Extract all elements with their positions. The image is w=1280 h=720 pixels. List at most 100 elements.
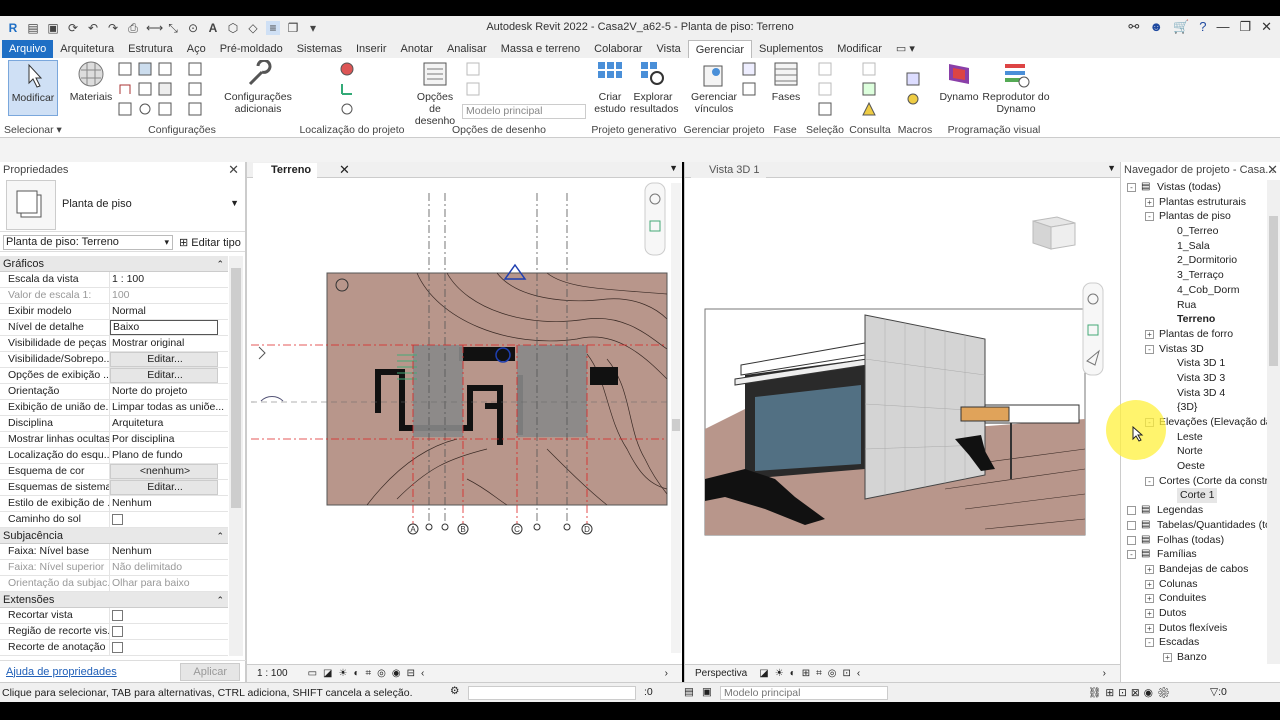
- property-checkbox[interactable]: [112, 626, 123, 637]
- property-value[interactable]: Plano de fundo: [110, 448, 228, 463]
- project-params-icon[interactable]: [118, 82, 132, 96]
- property-value[interactable]: Limpar todas as uniõe...: [110, 400, 228, 415]
- panel-schedule-icon[interactable]: [188, 102, 202, 116]
- analytical-model-icon[interactable]: ⊟: [407, 668, 415, 679]
- 3d-view-window[interactable]: Vista 3D 1 ▼ Perspectiva ◪ ☀ ◐ ⊞ ⌗ ◎ ⊡ ‹…: [684, 162, 1120, 682]
- structural-settings-icon[interactable]: [188, 62, 202, 76]
- thin-lines-icon[interactable]: ≡: [266, 21, 280, 35]
- macro-manager-icon[interactable]: [906, 72, 920, 86]
- collapse-icon[interactable]: ⌃: [216, 256, 224, 272]
- browser-node[interactable]: Rua: [1121, 298, 1267, 313]
- ribbon-tab-analisar[interactable]: Analisar: [440, 40, 494, 58]
- ribbon-tab-estrutura[interactable]: Estrutura: [121, 40, 180, 58]
- property-checkbox[interactable]: [112, 610, 123, 621]
- collapse-icon[interactable]: ⌃: [216, 528, 224, 544]
- snaps-icon[interactable]: [138, 62, 152, 76]
- crop-view-icon[interactable]: ⌗: [366, 668, 372, 679]
- projection-mode[interactable]: Perspectiva: [695, 668, 747, 679]
- browser-node[interactable]: - Escadas: [1121, 635, 1267, 650]
- property-value[interactable]: Arquitetura: [110, 416, 228, 431]
- navigation-bar-3d[interactable]: [1082, 282, 1104, 376]
- main-model-status-select[interactable]: Modelo principal: [720, 686, 888, 700]
- reveal-hidden-icon[interactable]: ◉: [392, 668, 401, 679]
- collapse-icon[interactable]: ⌃: [216, 592, 224, 608]
- 3d-perspective-drawing[interactable]: [685, 179, 1121, 663]
- sync-icon[interactable]: ⟳: [66, 21, 80, 35]
- property-value[interactable]: Nenhum: [110, 544, 228, 559]
- tab-terreno[interactable]: Terreno: [253, 163, 318, 178]
- type-selector[interactable]: Planta de piso ▼: [0, 178, 245, 232]
- expand-icon[interactable]: +: [1145, 623, 1154, 633]
- revit-app-icon[interactable]: R: [6, 21, 20, 35]
- expand-icon[interactable]: [1127, 535, 1136, 545]
- browser-node[interactable]: + Colunas: [1121, 577, 1267, 592]
- property-value[interactable]: Por disciplina: [110, 432, 228, 447]
- browser-node[interactable]: + Conduites: [1121, 591, 1267, 606]
- ribbon-tab-anotar[interactable]: Anotar: [394, 40, 440, 58]
- viewcube-icon[interactable]: [1032, 216, 1076, 250]
- mep-settings-icon[interactable]: [188, 82, 202, 96]
- apply-button[interactable]: Aplicar: [180, 662, 240, 681]
- scroll-right-icon[interactable]: ›: [1103, 668, 1106, 679]
- scroll-left-icon[interactable]: ‹: [857, 668, 860, 679]
- workset-select[interactable]: [468, 686, 636, 700]
- elevation-marker-icon[interactable]: [260, 396, 284, 402]
- floor-plan-drawing[interactable]: A B C D: [247, 179, 683, 663]
- browser-node[interactable]: Tabelas/Quantidades (to ▤: [1121, 518, 1271, 533]
- modify-button[interactable]: Modificar: [8, 60, 58, 116]
- property-value[interactable]: Normal: [110, 304, 228, 319]
- ribbon-tab-massa-e-terreno[interactable]: Massa e terreno: [494, 40, 587, 58]
- view-scale[interactable]: 1 : 100: [257, 668, 288, 679]
- properties-help-link[interactable]: Ajuda de propriedades: [6, 666, 117, 678]
- coordinates-icon[interactable]: [340, 82, 354, 96]
- property-value[interactable]: 1 : 100: [110, 272, 228, 287]
- collapse-icon[interactable]: -: [1145, 344, 1154, 354]
- chevron-down-icon[interactable]: ▼: [669, 163, 678, 173]
- position-icon[interactable]: [340, 102, 354, 116]
- ribbon-tab-arquitetura[interactable]: Arquitetura: [53, 40, 121, 58]
- project-units-icon[interactable]: [158, 102, 172, 116]
- browser-node[interactable]: Vista 3D 1: [1121, 356, 1267, 371]
- temporary-hide-icon[interactable]: ◎: [828, 668, 837, 679]
- main-model-select[interactable]: Modelo principal: [462, 104, 586, 119]
- ribbon-tab-colaborar[interactable]: Colaborar: [587, 40, 649, 58]
- select-by-id-icon[interactable]: [862, 82, 876, 96]
- ribbon-tab-inserir[interactable]: Inserir: [349, 40, 394, 58]
- 3d-view-icon[interactable]: ⬡: [226, 21, 240, 35]
- undo-icon[interactable]: ↶: [86, 21, 100, 35]
- browser-node[interactable]: 3_Terraço: [1121, 268, 1267, 283]
- plan-view-window[interactable]: Terreno ✕ ▼ A B C D 1: 100 ▭ ◪ ☀ ◐ ⌗ ◎ …: [246, 162, 682, 682]
- expand-icon[interactable]: +: [1145, 579, 1154, 589]
- help-icon[interactable]: ?: [1199, 19, 1206, 35]
- ribbon-tab-suplementos[interactable]: Suplementos: [752, 40, 830, 58]
- property-checkbox[interactable]: [112, 642, 123, 653]
- create-study-button[interactable]: Criar estudo: [592, 60, 628, 115]
- ribbon-tab-sistemas[interactable]: Sistemas: [290, 40, 349, 58]
- browser-node[interactable]: + Banzo: [1121, 650, 1267, 665]
- section-extents[interactable]: Extensões ⌃: [0, 592, 228, 608]
- section-graphics[interactable]: Gráficos ⌃: [0, 256, 228, 272]
- ribbon-tab-a-o[interactable]: Aço: [180, 40, 213, 58]
- global-params-icon[interactable]: [158, 82, 172, 96]
- expand-icon[interactable]: +: [1163, 653, 1172, 662]
- close-icon[interactable]: ✕: [228, 162, 239, 178]
- group-select[interactable]: Selecionar ▾: [4, 124, 66, 136]
- restore-icon[interactable]: ❐: [1239, 19, 1251, 35]
- tab-vista-3d-1[interactable]: Vista 3D 1: [691, 163, 766, 178]
- object-styles-icon[interactable]: [118, 62, 132, 76]
- ribbon-tab-pr-moldado[interactable]: Pré-moldado: [213, 40, 290, 58]
- navigation-bar[interactable]: [644, 182, 666, 256]
- scroll-right-icon[interactable]: ›: [665, 668, 668, 679]
- selection-toggles[interactable]: ⛓⊞⊡⊠◉⚙: [1088, 686, 1174, 699]
- property-edit-button[interactable]: Editar...: [110, 368, 218, 383]
- browser-node[interactable]: Vista 3D 3: [1121, 371, 1267, 386]
- property-value[interactable]: Nenhum: [110, 496, 228, 511]
- browser-node[interactable]: 0_Terreo: [1121, 224, 1267, 239]
- location-icon[interactable]: [340, 62, 354, 76]
- expand-icon[interactable]: [1127, 520, 1136, 530]
- redo-icon[interactable]: ↷: [106, 21, 120, 35]
- ribbon-tab-modificar[interactable]: Modificar: [830, 40, 889, 58]
- warnings-icon[interactable]: [862, 102, 876, 116]
- expand-icon[interactable]: [1127, 506, 1136, 516]
- editable-only-icon[interactable]: :0: [644, 686, 653, 698]
